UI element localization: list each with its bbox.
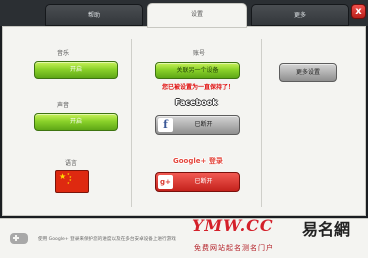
- column-divider-right: [261, 39, 262, 207]
- settings-panel: 音乐 开启 声音 开启 语言 ★ ★ ★ ★ ★ 账号 关联另一个设备 您已被设…: [2, 26, 366, 216]
- warning-text: 您已被设置为一直保持了！: [161, 84, 234, 91]
- account-label: 账号: [192, 50, 205, 57]
- watermark-slogan: 免费网站起名测名门户: [194, 244, 274, 252]
- close-icon: x: [355, 6, 362, 17]
- google-play-hint: 使用 Google+ 登录来保护您的进度以及在多台安卓设备上进行游戏: [38, 237, 176, 242]
- music-toggle-label: 开启: [69, 66, 82, 73]
- tab-strip: 帮助 设置 更多 x: [0, 0, 368, 28]
- flag-star-icon: ★: [59, 172, 67, 181]
- link-device-button[interactable]: 关联另一个设备: [155, 62, 240, 79]
- google-plus-connect-label: 已断开: [194, 178, 213, 185]
- gamepad-icon: [10, 233, 28, 244]
- sound-label: 声音: [56, 102, 69, 109]
- facebook-title: Facebook: [175, 98, 218, 107]
- watermark-url: YMW.CC: [192, 216, 274, 235]
- music-label: 音乐: [56, 50, 69, 57]
- link-device-label: 关联另一个设备: [176, 67, 219, 74]
- watermark: YMW.CC 易名網 免费网站起名测名门户: [190, 214, 368, 258]
- language-flag-button[interactable]: ★ ★ ★ ★ ★: [55, 170, 89, 193]
- google-plus-connect-button[interactable]: g+ 已断开: [155, 172, 240, 192]
- tab-more[interactable]: 更多: [251, 4, 349, 26]
- facebook-connect-label: 已断开: [194, 121, 213, 128]
- tab-help-label: 帮助: [87, 12, 100, 19]
- more-settings-button[interactable]: 更多设置: [279, 63, 337, 82]
- music-toggle-button[interactable]: 开启: [34, 61, 118, 79]
- watermark-brand: 易名網: [302, 220, 351, 239]
- more-settings-label: 更多设置: [295, 69, 320, 76]
- language-label: 语言: [64, 160, 77, 167]
- flag-small-star-icon: ★: [67, 181, 70, 185]
- sound-toggle-label: 开启: [69, 118, 82, 125]
- tab-settings[interactable]: 设置: [147, 3, 247, 28]
- google-plus-title: Google+ 登录: [173, 157, 223, 165]
- tab-settings-label: 设置: [190, 11, 203, 18]
- tab-more-label: 更多: [293, 12, 306, 19]
- facebook-icon: f: [158, 118, 173, 132]
- sound-toggle-button[interactable]: 开启: [34, 113, 118, 131]
- tab-help[interactable]: 帮助: [45, 4, 143, 26]
- column-divider-left: [131, 39, 132, 207]
- google-plus-icon: g+: [158, 175, 173, 189]
- facebook-connect-button[interactable]: f 已断开: [155, 115, 240, 135]
- close-button[interactable]: x: [351, 4, 366, 19]
